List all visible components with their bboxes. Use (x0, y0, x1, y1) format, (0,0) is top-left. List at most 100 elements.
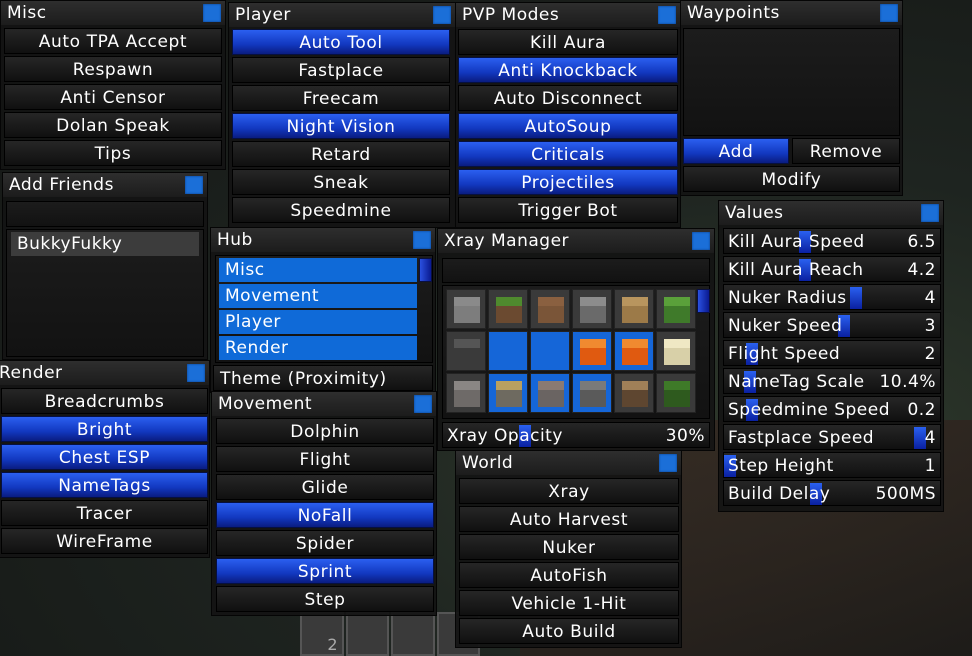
module-criticals-button[interactable]: Criticals (458, 141, 678, 167)
nuker-radius-slider[interactable]: Nuker Radius 4 (723, 284, 941, 310)
hub-list[interactable]: Misc Movement Player Render (215, 255, 433, 363)
module-respawn-button[interactable]: Respawn (4, 56, 222, 82)
modify-waypoint-button[interactable]: Modify (683, 166, 900, 192)
xray-block-cell[interactable] (530, 289, 570, 329)
module-flight-button[interactable]: Flight (216, 446, 434, 472)
pvp-panel-toggle-icon[interactable] (658, 6, 676, 24)
waypoints-panel-toggle-icon[interactable] (880, 4, 898, 22)
theme-selector[interactable]: Theme (Proximity) (213, 365, 433, 391)
xray-block-cell[interactable] (614, 289, 654, 329)
world-panel-title[interactable]: World (456, 451, 681, 475)
xray-block-cell[interactable] (614, 373, 654, 413)
hub-item-render[interactable]: Render (219, 336, 417, 360)
xray-grid-scrollbar[interactable] (697, 289, 710, 313)
module-chest-esp-button[interactable]: Chest ESP (1, 444, 208, 470)
player-panel-toggle-icon[interactable] (433, 6, 451, 24)
module-auto-tpa-accept-button[interactable]: Auto TPA Accept (4, 28, 222, 54)
module-tracer-button[interactable]: Tracer (1, 500, 208, 526)
kill-aura-speed-slider[interactable]: Kill Aura Speed 6.5 (723, 228, 941, 254)
xray-block-cell[interactable] (614, 331, 654, 371)
hotbar-slot[interactable]: 2 (300, 612, 344, 656)
waypoint-list[interactable] (683, 28, 900, 136)
step-height-slider[interactable]: Step Height 1 (723, 452, 941, 478)
xray-block-cell[interactable] (530, 373, 570, 413)
xray-block-cell[interactable] (488, 373, 528, 413)
build-delay-slider[interactable]: Build Delay 500MS (723, 480, 941, 506)
module-dolphin-button[interactable]: Dolphin (216, 418, 434, 444)
module-auto-disconnect-button[interactable]: Auto Disconnect (458, 85, 678, 111)
module-anti-censor-button[interactable]: Anti Censor (4, 84, 222, 110)
xray-block-cell[interactable] (572, 331, 612, 371)
render-panel-title[interactable]: Render (0, 361, 209, 385)
friends-list[interactable]: BukkyFukky (6, 229, 204, 357)
module-spider-button[interactable]: Spider (216, 530, 434, 556)
xray-block-cell[interactable] (446, 331, 486, 371)
module-projectiles-button[interactable]: Projectiles (458, 169, 678, 195)
movement-panel-title[interactable]: Movement (212, 392, 436, 416)
module-fastplace-button[interactable]: Fastplace (232, 57, 450, 83)
module-sneak-button[interactable]: Sneak (232, 169, 450, 195)
hub-item-player[interactable]: Player (219, 310, 417, 334)
module-sprint-button[interactable]: Sprint (216, 558, 434, 584)
module-tips-button[interactable]: Tips (4, 140, 222, 166)
add-friends-panel-title[interactable]: Add Friends (3, 173, 207, 197)
xray-manager-panel-title[interactable]: Xray Manager (438, 229, 714, 253)
module-auto-harvest-button[interactable]: Auto Harvest (459, 506, 679, 532)
hub-panel-title[interactable]: Hub (211, 228, 435, 252)
misc-panel-toggle-icon[interactable] (203, 4, 221, 22)
xray-block-cell[interactable] (446, 373, 486, 413)
module-auto-build-button[interactable]: Auto Build (459, 618, 679, 644)
fastplace-speed-slider[interactable]: Fastplace Speed 4 (723, 424, 941, 450)
xray-block-cell[interactable] (572, 373, 612, 413)
module-kill-aura-button[interactable]: Kill Aura (458, 29, 678, 55)
kill-aura-reach-slider[interactable]: Kill Aura Reach 4.2 (723, 256, 941, 282)
values-panel-title[interactable]: Values (719, 201, 943, 225)
waypoints-panel-title[interactable]: Waypoints (681, 1, 902, 25)
hub-panel-toggle-icon[interactable] (413, 231, 431, 249)
xray-block-grid[interactable] (442, 285, 710, 419)
speedmine-speed-slider[interactable]: Speedmine Speed 0.2 (723, 396, 941, 422)
pvp-panel-title[interactable]: PVP Modes (456, 3, 680, 27)
hub-item-misc[interactable]: Misc (219, 258, 417, 282)
module-retard-button[interactable]: Retard (232, 141, 450, 167)
module-auto-tool-button[interactable]: Auto Tool (232, 29, 450, 55)
world-panel-toggle-icon[interactable] (659, 454, 677, 472)
module-breadcrumbs-button[interactable]: Breadcrumbs (1, 388, 208, 414)
friend-list-item[interactable]: BukkyFukky (11, 232, 199, 256)
slider-knob[interactable] (850, 287, 863, 309)
misc-panel-title[interactable]: Misc (1, 1, 225, 25)
movement-panel-toggle-icon[interactable] (414, 395, 432, 413)
xray-block-cell[interactable] (488, 289, 528, 329)
friend-name-input[interactable] (6, 201, 204, 227)
add-friends-panel-toggle-icon[interactable] (185, 176, 203, 194)
nuker-speed-slider[interactable]: Nuker Speed 3 (723, 312, 941, 338)
module-night-vision-button[interactable]: Night Vision (232, 113, 450, 139)
xray-block-cell[interactable] (656, 289, 696, 329)
module-nuker-button[interactable]: Nuker (459, 534, 679, 560)
xray-block-cell[interactable] (488, 331, 528, 371)
module-xray-button[interactable]: Xray (459, 478, 679, 504)
module-anti-knockback-button[interactable]: Anti Knockback (458, 57, 678, 83)
module-dolan-speak-button[interactable]: Dolan Speak (4, 112, 222, 138)
module-vehicle-1-hit-button[interactable]: Vehicle 1-Hit (459, 590, 679, 616)
hub-item-movement[interactable]: Movement (219, 284, 417, 308)
player-panel-title[interactable]: Player (229, 3, 455, 27)
values-panel-toggle-icon[interactable] (921, 204, 939, 222)
flight-speed-slider[interactable]: Flight Speed 2 (723, 340, 941, 366)
xray-opacity-slider[interactable]: Xray Opacity 30% (442, 422, 710, 448)
nametag-scale-slider[interactable]: NameTag Scale 10.4% (723, 368, 941, 394)
module-step-button[interactable]: Step (216, 586, 434, 612)
module-autosoup-button[interactable]: AutoSoup (458, 113, 678, 139)
module-nofall-button[interactable]: NoFall (216, 502, 434, 528)
module-trigger-bot-button[interactable]: Trigger Bot (458, 197, 678, 223)
hotbar-slot[interactable] (391, 612, 435, 656)
add-waypoint-button[interactable]: Add (683, 138, 789, 164)
hotbar-slot[interactable] (345, 612, 389, 656)
render-panel-toggle-icon[interactable] (187, 364, 205, 382)
xray-block-cell[interactable] (656, 373, 696, 413)
xray-manager-panel-toggle-icon[interactable] (692, 232, 710, 250)
xray-search-input[interactable] (442, 258, 710, 283)
xray-block-cell[interactable] (656, 331, 696, 371)
remove-waypoint-button[interactable]: Remove (792, 138, 900, 164)
module-wireframe-button[interactable]: WireFrame (1, 528, 208, 554)
